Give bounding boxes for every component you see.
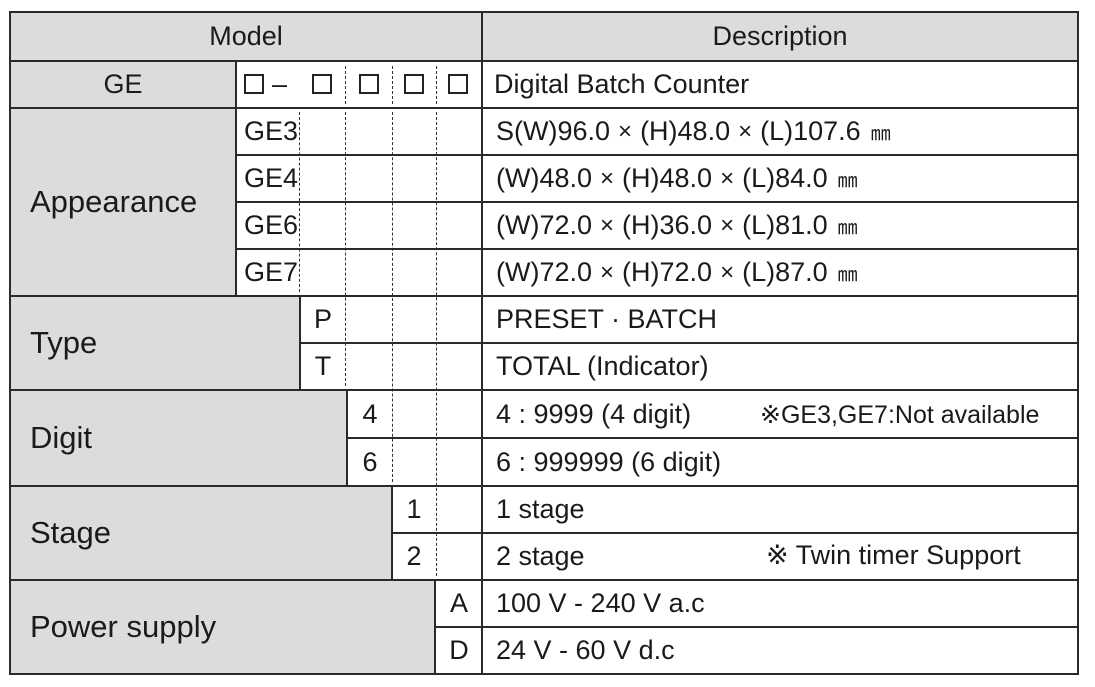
dash-guide bbox=[436, 112, 437, 576]
rule bbox=[10, 579, 1079, 581]
type-desc-p: PRESET · BATCH bbox=[496, 304, 718, 334]
rule bbox=[346, 389, 348, 487]
appearance-code-ge4: GE4 bbox=[244, 163, 299, 193]
rule bbox=[236, 154, 1079, 156]
digit-label: Digit bbox=[30, 420, 93, 455]
dash-guide bbox=[392, 66, 393, 104]
rule bbox=[10, 295, 1079, 297]
power-desc-d: 24 V - 60 V d.c bbox=[496, 635, 675, 665]
type-desc-t: TOTAL (Indicator) bbox=[496, 351, 709, 381]
rule bbox=[10, 673, 1079, 675]
appearance-code-ge6: GE6 bbox=[244, 210, 299, 240]
stage-label: Stage bbox=[30, 515, 112, 550]
appearance-label: Appearance bbox=[30, 184, 198, 219]
type-code-p: P bbox=[313, 304, 332, 334]
digit-desc-6: 6 : 999999 (6 digit) bbox=[496, 446, 722, 477]
rule bbox=[299, 295, 301, 391]
power-code-a: A bbox=[449, 588, 468, 618]
stage-code-1: 1 bbox=[406, 494, 422, 524]
power-label: Power supply bbox=[30, 609, 217, 644]
ge-description: Digital Batch Counter bbox=[494, 69, 750, 99]
rule bbox=[10, 389, 1079, 391]
code-separator: – bbox=[272, 69, 288, 99]
rule bbox=[391, 485, 393, 581]
stage-desc-1: 1 stage bbox=[496, 494, 585, 524]
dash-guide bbox=[436, 66, 437, 104]
stage-note-2: ※ Twin timer Support bbox=[766, 540, 1021, 570]
digit-code-4: 4 bbox=[362, 398, 378, 429]
rule bbox=[434, 579, 436, 675]
type-code-t: T bbox=[314, 351, 332, 381]
model-code-table: Model Description GE – Digital Batch Cou… bbox=[0, 0, 1095, 687]
rule bbox=[235, 60, 237, 297]
appearance-desc-ge7: (W)72.0 × (H)72.0 × (L)87.0 ㎜ bbox=[496, 257, 858, 287]
rule bbox=[10, 485, 1079, 487]
rule bbox=[10, 107, 1079, 109]
rule bbox=[300, 342, 1079, 344]
digit-code-6: 6 bbox=[362, 446, 378, 477]
header-model: Model bbox=[209, 21, 283, 51]
rule bbox=[236, 201, 1079, 203]
appearance-desc-ge4: (W)48.0 × (H)48.0 × (L)84.0 ㎜ bbox=[496, 163, 858, 193]
code-box-stage bbox=[404, 74, 424, 94]
code-box-power bbox=[448, 74, 468, 94]
digit-note-4: ※GE3,GE7:Not available bbox=[760, 401, 1040, 429]
code-box-digit bbox=[359, 74, 379, 94]
rule bbox=[10, 11, 1079, 13]
appearance-code-ge3: GE3 bbox=[244, 116, 299, 146]
type-label: Type bbox=[30, 325, 98, 360]
power-code-d: D bbox=[449, 635, 469, 665]
appearance-desc-ge6: (W)72.0 × (H)36.0 × (L)81.0 ㎜ bbox=[496, 210, 858, 240]
rule bbox=[1077, 11, 1079, 675]
power-desc-a: 100 V - 240 V a.c bbox=[496, 588, 705, 618]
rule bbox=[435, 626, 1079, 628]
rule bbox=[10, 60, 1079, 62]
code-box-type bbox=[312, 74, 332, 94]
rule bbox=[9, 11, 11, 675]
rule bbox=[347, 437, 1079, 439]
appearance-desc-ge3: S (W)96.0 × (H)48.0 × (L)107.6 ㎜ bbox=[496, 116, 891, 146]
stage-code-2: 2 bbox=[406, 541, 422, 571]
appearance-code-ge7: GE7 bbox=[244, 257, 299, 287]
header-description: Description bbox=[712, 21, 848, 51]
rule bbox=[236, 248, 1079, 250]
ge-code: GE bbox=[103, 69, 143, 99]
dash-guide bbox=[392, 112, 393, 482]
rule bbox=[481, 11, 483, 675]
code-box-appearance bbox=[244, 74, 264, 94]
rule bbox=[392, 532, 1079, 534]
dash-guide bbox=[345, 66, 346, 104]
